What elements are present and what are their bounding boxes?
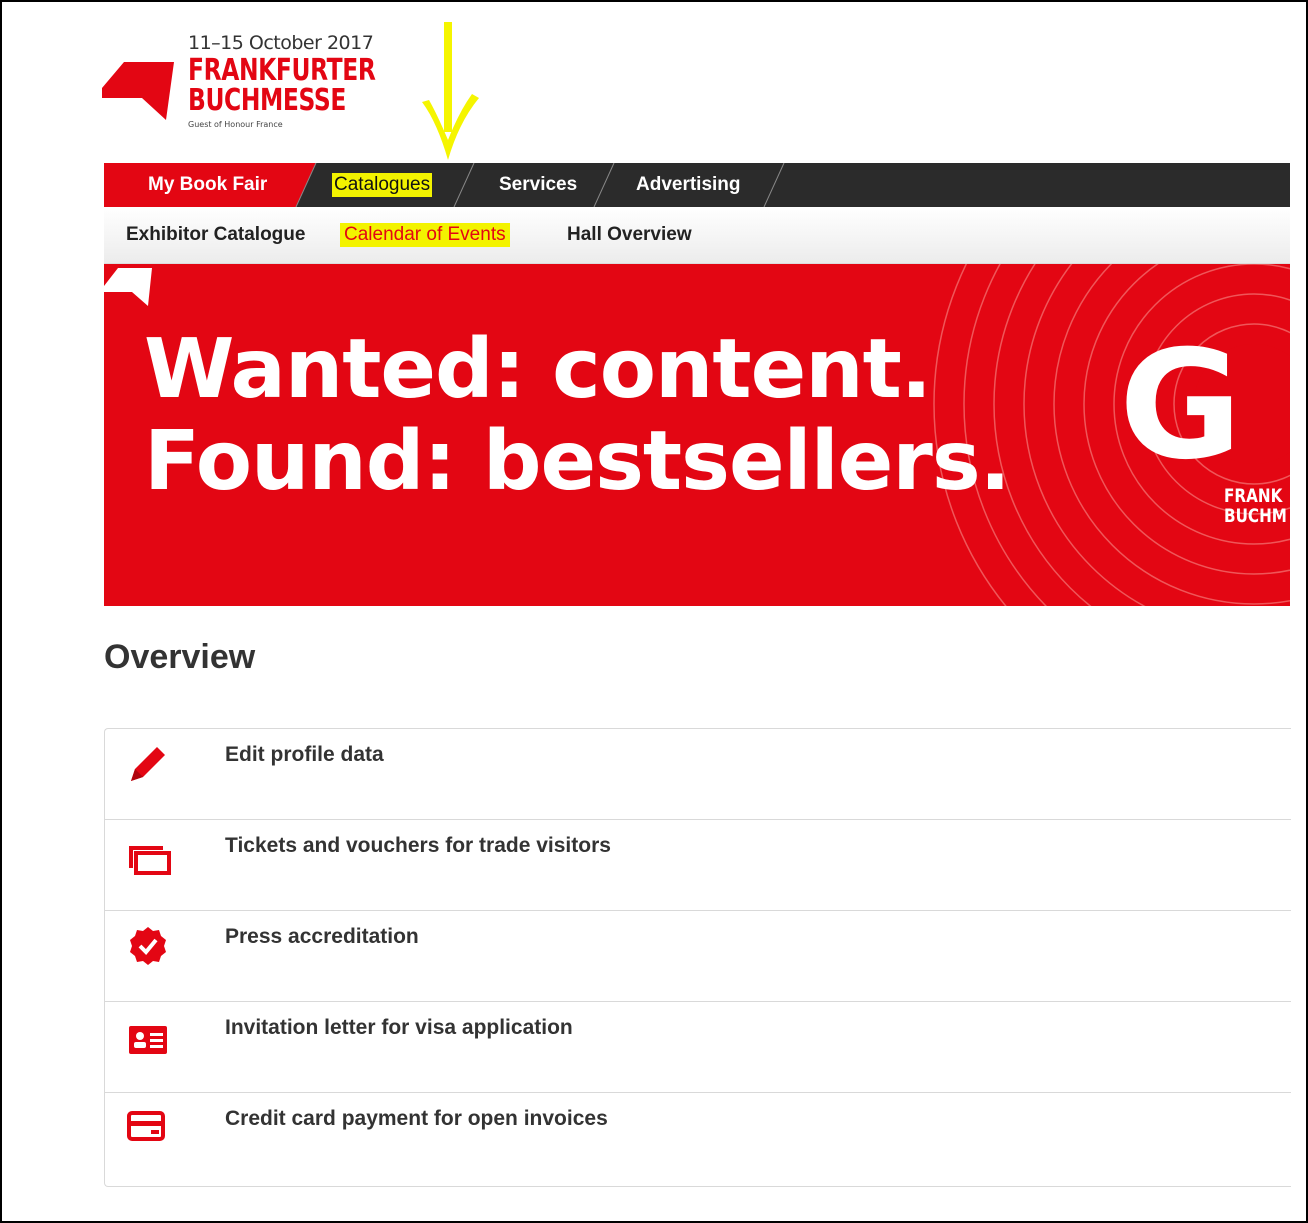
sub-nav: Exhibitor Catalogue Calendar of Events H…	[104, 207, 1290, 264]
overview-item-edit-profile[interactable]: Edit profile data	[105, 729, 1291, 820]
overview-item-label: Invitation letter for visa application	[225, 1016, 573, 1039]
tickets-icon	[129, 846, 171, 875]
subnav-exhibitor-catalogue[interactable]: Exhibitor Catalogue	[126, 207, 305, 263]
logo-date: 11–15 October 2017	[188, 32, 374, 54]
overview-item-tickets[interactable]: Tickets and vouchers for trade visitors	[105, 820, 1291, 911]
overview-item-label: Credit card payment for open invoices	[225, 1107, 608, 1130]
fair-logo[interactable]: 11–15 October 2017 FRANKFURTER BUCHMESSE…	[102, 32, 422, 142]
banner-headline-line2: Found: bestsellers.	[144, 414, 1011, 509]
overview-item-credit-card-payment[interactable]: Credit card payment for open invoices	[105, 1093, 1291, 1183]
logo-name-line1: FRANKFURTER	[188, 53, 376, 88]
nav-my-book-fair[interactable]: My Book Fair	[148, 163, 267, 207]
nav-services[interactable]: Services	[499, 163, 577, 207]
nav-advertising[interactable]: Advertising	[636, 163, 741, 207]
annotation-arrow-icon	[422, 22, 479, 160]
logo-mark-icon	[102, 62, 174, 120]
overview-title: Overview	[104, 638, 256, 676]
main-nav: My Book Fair Catalogues Services Adverti…	[104, 163, 1290, 207]
hero-banner[interactable]: Wanted: content. Found: bestsellers. G F…	[104, 264, 1290, 606]
verified-badge-icon	[130, 927, 166, 965]
id-card-icon	[129, 1026, 167, 1054]
overview-item-press-accreditation[interactable]: Press accreditation	[105, 911, 1291, 1002]
subnav-hall-overview[interactable]: Hall Overview	[567, 207, 692, 263]
overview-item-label: Press accreditation	[225, 925, 419, 948]
banner-logo-text-line2: BUCHM	[1224, 505, 1287, 527]
banner-logo-text: FRANK BUCHM	[1224, 486, 1287, 526]
logo-name-line2: BUCHMESSE	[188, 83, 346, 118]
nav-catalogues[interactable]: Catalogues	[332, 173, 433, 197]
banner-big-letter: G	[1119, 319, 1243, 493]
pencil-icon	[131, 747, 165, 781]
banner-logo-mark-icon	[104, 268, 152, 306]
page-frame: 11–15 October 2017 FRANKFURTER BUCHMESSE…	[0, 0, 1308, 1223]
credit-card-icon	[127, 1111, 165, 1141]
banner-logo-text-line1: FRANK	[1224, 485, 1283, 507]
overview-list: Edit profile data Tickets and vouchers f…	[104, 728, 1291, 1187]
logo-guest-of-honour: Guest of Honour France	[188, 120, 283, 129]
overview-item-visa-invitation[interactable]: Invitation letter for visa application	[105, 1002, 1291, 1093]
overview-item-label: Tickets and vouchers for trade visitors	[225, 834, 611, 857]
banner-headline-line1: Wanted: content.	[144, 322, 932, 417]
subnav-calendar-of-events[interactable]: Calendar of Events	[340, 223, 510, 247]
overview-item-label: Edit profile data	[225, 743, 384, 766]
